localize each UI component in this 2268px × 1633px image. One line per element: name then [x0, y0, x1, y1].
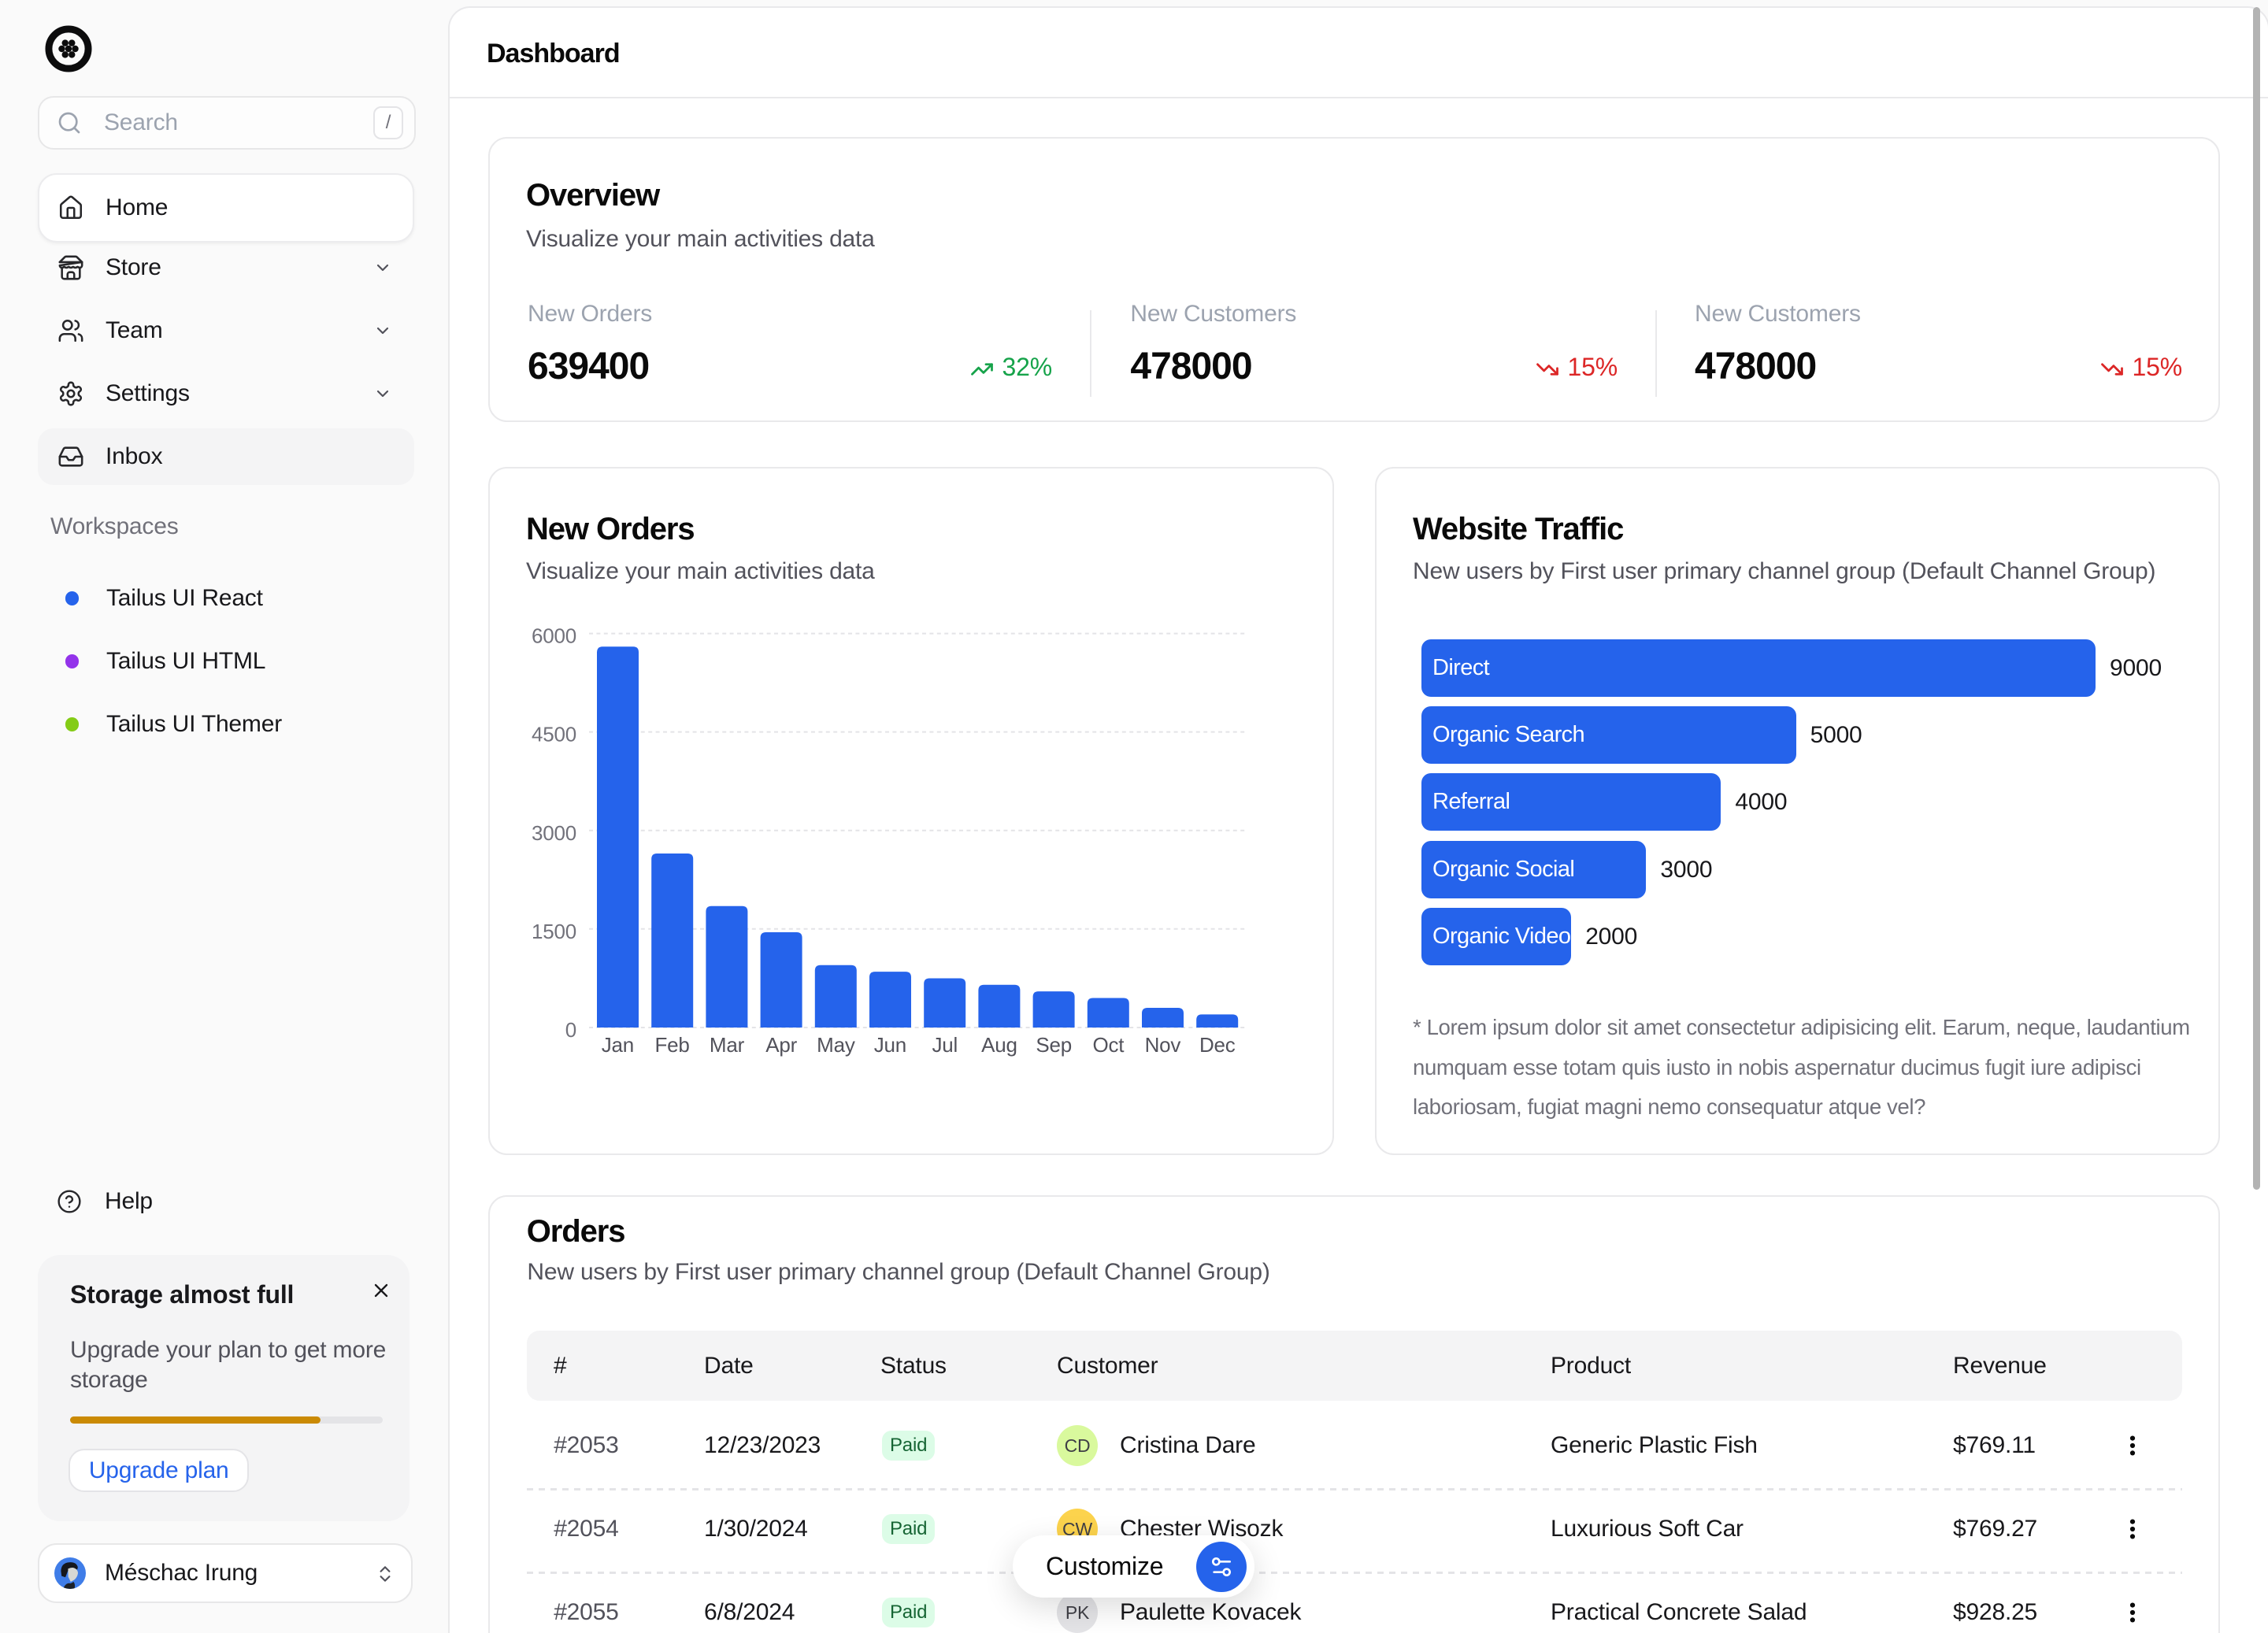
- svg-text:Oct: Oct: [1092, 1033, 1125, 1057]
- svg-text:Apr: Apr: [765, 1033, 797, 1057]
- svg-text:1500: 1500: [532, 920, 576, 943]
- svg-text:May: May: [817, 1033, 855, 1057]
- svg-text:Sep: Sep: [1036, 1033, 1072, 1057]
- svg-text:Mar: Mar: [710, 1033, 745, 1057]
- svg-text:0: 0: [565, 1018, 576, 1042]
- svg-text:3000: 3000: [532, 821, 576, 845]
- svg-text:Aug: Aug: [981, 1033, 1017, 1057]
- svg-text:Dec: Dec: [1199, 1033, 1236, 1057]
- svg-text:Jan: Jan: [602, 1033, 634, 1057]
- svg-text:4500: 4500: [532, 723, 576, 746]
- svg-text:Jul: Jul: [932, 1033, 958, 1057]
- svg-text:Feb: Feb: [654, 1033, 689, 1057]
- svg-text:Nov: Nov: [1145, 1033, 1181, 1057]
- svg-text:6000: 6000: [532, 624, 576, 648]
- svg-text:Jun: Jun: [874, 1033, 906, 1057]
